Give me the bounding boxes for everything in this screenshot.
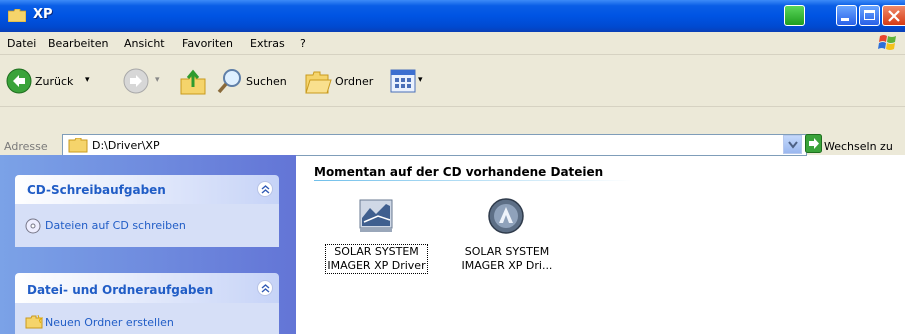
file-name-line1: SOLAR SYSTEM — [464, 245, 550, 258]
file-tasks-header[interactable]: Datei- und Ordneraufgaben — [15, 273, 279, 303]
maximize-icon — [864, 10, 875, 20]
collapse-chevron-icon[interactable] — [257, 181, 273, 197]
installer-icon — [359, 199, 393, 232]
setup-disc-icon — [488, 198, 524, 234]
task-new-folder[interactable]: Neuen Ordner erstellen — [45, 316, 174, 329]
tray-app-icon[interactable] — [784, 5, 805, 26]
file-tasks-title: Datei- und Ordneraufgaben — [27, 283, 214, 297]
windows-logo-icon — [878, 35, 896, 50]
address-dropdown-button[interactable] — [783, 135, 802, 154]
go-arrow-icon[interactable] — [805, 134, 822, 153]
menu-ansicht[interactable]: Ansicht — [124, 37, 165, 50]
toolbar: Zurück ▾ ▾ Suchen Ordner ▾ — [0, 55, 905, 107]
forward-button[interactable]: ▾ — [122, 67, 168, 97]
folders-icon — [305, 71, 332, 94]
folder-icon — [8, 9, 26, 22]
search-label: Suchen — [246, 75, 287, 88]
write-cd-icon — [25, 218, 41, 234]
address-input[interactable]: D:\Driver\XP — [62, 134, 807, 156]
cd-tasks-header[interactable]: CD-Schreibaufgaben — [15, 175, 279, 204]
menu-favoriten[interactable]: Favoriten — [182, 37, 233, 50]
close-button[interactable] — [882, 5, 905, 26]
folders-button[interactable]: Ordner — [304, 67, 380, 97]
views-button[interactable]: ▾ — [390, 69, 430, 95]
views-icon — [390, 69, 416, 93]
title-bar[interactable]: XP — [0, 0, 905, 32]
folder-icon — [68, 138, 88, 153]
menu-extras[interactable]: Extras — [250, 37, 285, 50]
group-header: Momentan auf der CD vorhandene Dateien — [314, 165, 604, 179]
up-folder-icon[interactable] — [178, 67, 208, 97]
file-tasks-body: Neuen Ordner erstellen — [15, 303, 279, 334]
file-item[interactable]: SOLAR SYSTEM IMAGER XP Driver — [325, 196, 435, 288]
cd-tasks-title: CD-Schreibaufgaben — [27, 183, 166, 197]
close-icon — [888, 10, 900, 22]
maximize-button[interactable] — [859, 5, 880, 26]
task-write-to-cd[interactable]: Dateien auf CD schreiben — [45, 219, 186, 232]
go-button-label[interactable]: Wechseln zu — [824, 140, 893, 153]
collapse-chevron-icon[interactable] — [257, 280, 273, 296]
menu-bar: Datei Bearbeiten Ansicht Favoriten Extra… — [0, 32, 905, 55]
back-label: Zurück — [35, 75, 74, 88]
search-button[interactable]: Suchen — [216, 67, 296, 97]
file-label: SOLAR SYSTEM IMAGER XP Dri... — [452, 245, 562, 273]
new-folder-icon — [25, 315, 43, 329]
menu-help[interactable]: ? — [300, 37, 306, 50]
file-item[interactable]: SOLAR SYSTEM IMAGER XP Dri... — [452, 196, 562, 288]
folders-label: Ordner — [335, 75, 374, 88]
minimize-icon — [841, 18, 849, 21]
file-name-line2: IMAGER XP Dri... — [461, 259, 553, 272]
window-title: XP — [33, 7, 53, 22]
search-icon — [217, 69, 241, 94]
back-arrow-icon — [6, 68, 32, 94]
file-name-line1: SOLAR SYSTEM — [334, 245, 419, 258]
address-value: D:\Driver\XP — [92, 139, 160, 152]
forward-arrow-icon — [123, 68, 149, 94]
address-label: Adresse — [4, 140, 48, 153]
cd-tasks-body: Dateien auf CD schreiben — [15, 204, 279, 247]
group-divider — [314, 180, 632, 181]
back-dropdown-icon[interactable]: ▾ — [85, 75, 90, 85]
forward-dropdown-icon[interactable]: ▾ — [155, 75, 160, 85]
task-pane: CD-Schreibaufgaben Dateien auf CD schrei… — [0, 155, 296, 334]
address-bar: Adresse D:\Driver\XP Wechseln zu — [0, 107, 905, 156]
back-button[interactable]: Zurück ▾ — [5, 67, 105, 97]
file-label: SOLAR SYSTEM IMAGER XP Driver — [325, 244, 428, 274]
chevron-down-icon — [788, 141, 798, 149]
menu-bearbeiten[interactable]: Bearbeiten — [48, 37, 108, 50]
menu-datei[interactable]: Datei — [7, 37, 36, 50]
views-dropdown-icon: ▾ — [418, 75, 423, 85]
minimize-button[interactable] — [836, 5, 857, 26]
file-name-line2: IMAGER XP Driver — [327, 259, 426, 272]
